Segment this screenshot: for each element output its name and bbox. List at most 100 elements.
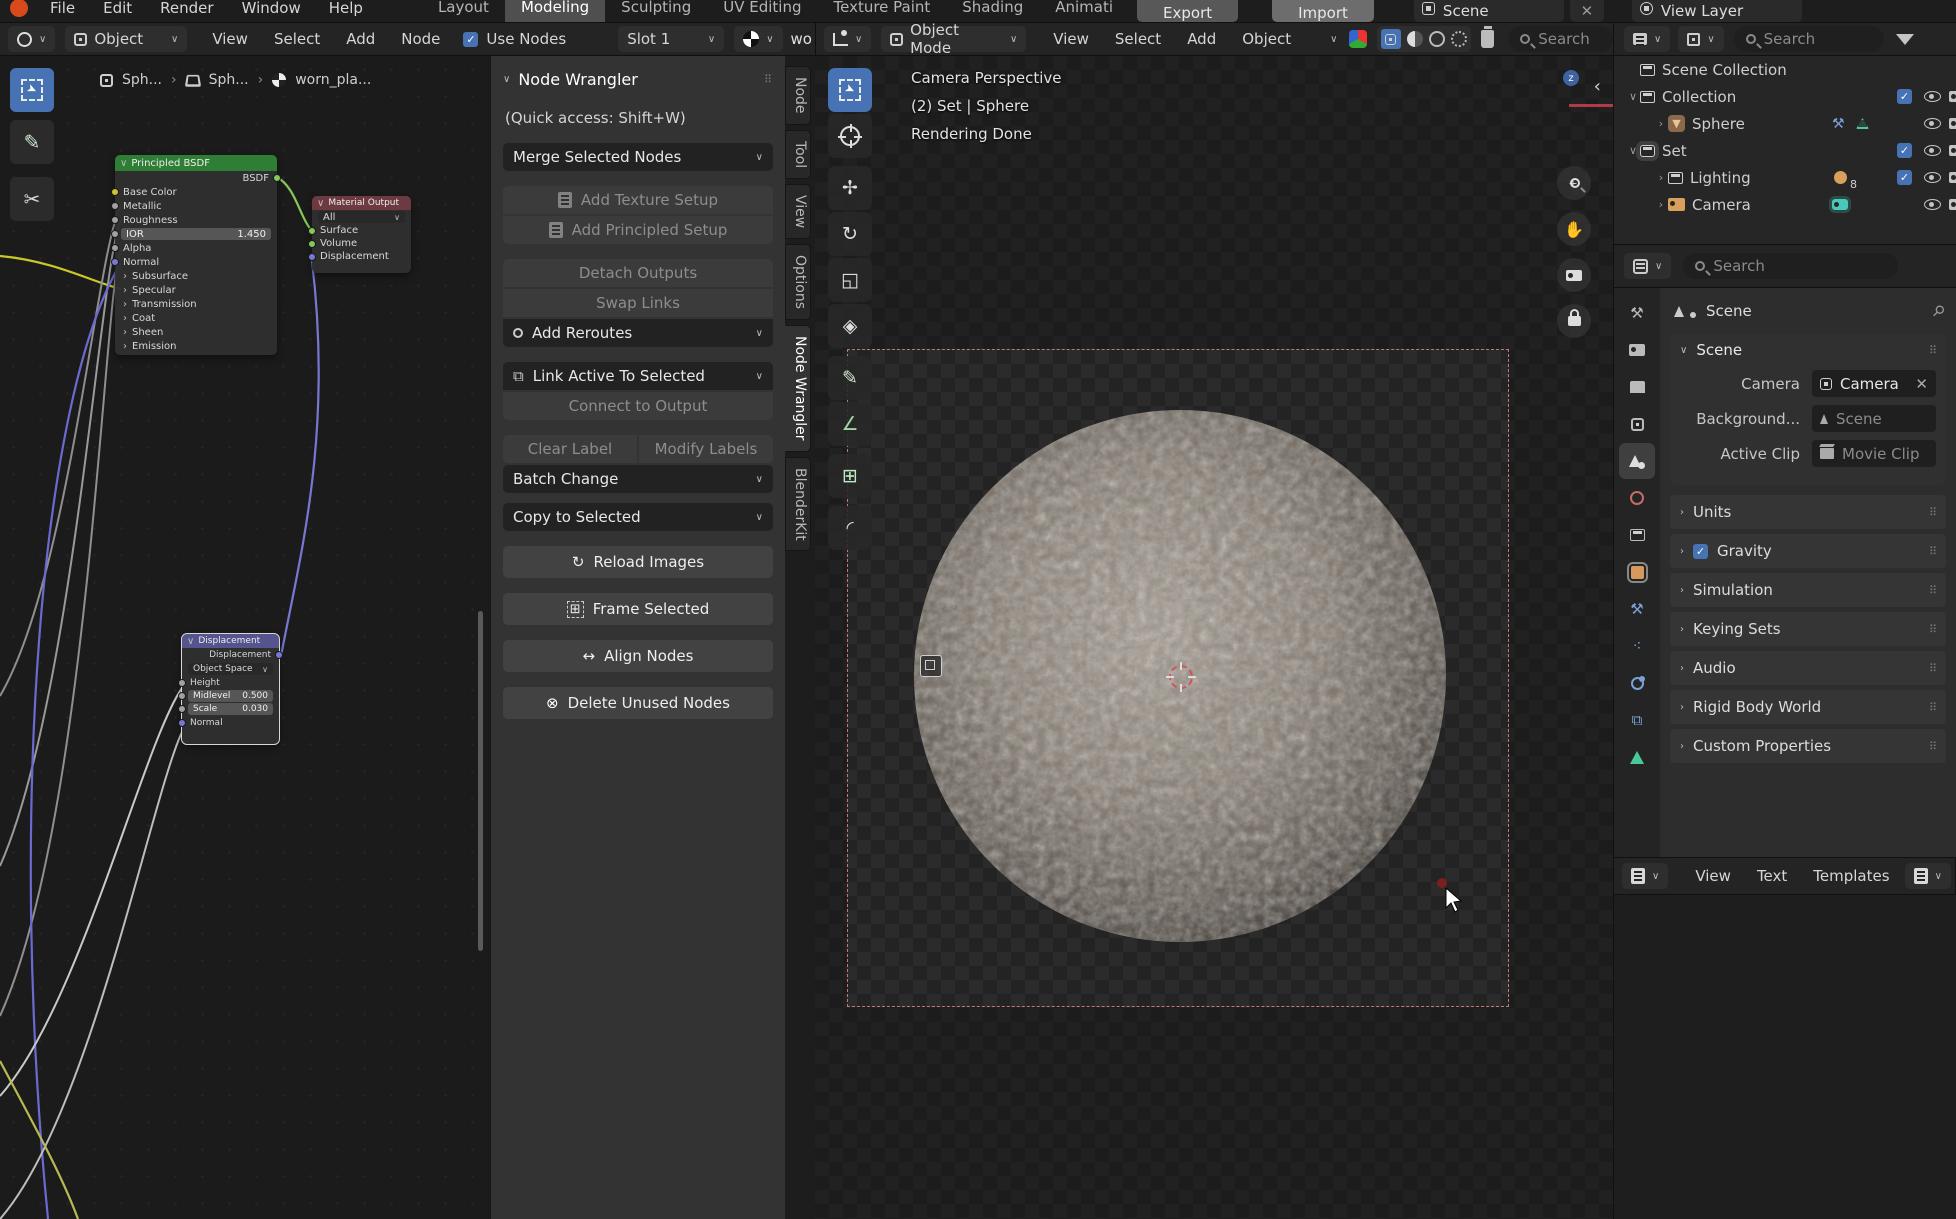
outliner-row-lighting[interactable]: › Lighting 8 ✓ bbox=[1614, 164, 1956, 191]
tab-object-icon[interactable] bbox=[1626, 561, 1648, 583]
frame-selected-button[interactable]: ⊞Frame Selected bbox=[503, 593, 773, 625]
canvas-scrollbar[interactable] bbox=[478, 611, 483, 951]
tab-collection-icon[interactable] bbox=[1626, 524, 1648, 546]
swap-links-button[interactable]: Swap Links bbox=[503, 289, 773, 317]
collection-checkbox[interactable]: ✓ bbox=[1897, 170, 1912, 185]
transform-tool[interactable]: ◈ bbox=[828, 304, 872, 348]
outliner-row-camera[interactable]: › Camera bbox=[1614, 191, 1956, 218]
socket-surface[interactable] bbox=[308, 227, 316, 235]
node-principled-bsdf[interactable]: ∨Principled BSDF BSDF Base Color Metalli… bbox=[115, 155, 277, 355]
tab-view[interactable]: View bbox=[785, 184, 811, 239]
socket-displacement-in[interactable] bbox=[308, 253, 316, 261]
expand-icon[interactable]: › bbox=[1654, 117, 1668, 130]
panel-collapse-icon[interactable]: ∨ bbox=[503, 74, 510, 85]
viewport-search[interactable]: Search bbox=[1508, 26, 1613, 52]
background-field[interactable]: Scene bbox=[1812, 405, 1936, 432]
merge-selected-nodes-dropdown[interactable]: Merge Selected Nodes∨ bbox=[503, 143, 773, 171]
rotate-tool[interactable]: ↻ bbox=[828, 212, 872, 256]
annotate-tool[interactable]: ✎ bbox=[828, 356, 872, 400]
panel-gravity[interactable]: ›✓Gravity⠿ bbox=[1670, 534, 1946, 568]
blender-logo-icon[interactable] bbox=[10, 0, 28, 17]
text-menu-templates[interactable]: Templates bbox=[1800, 867, 1902, 885]
breadcrumb-material[interactable]: worn_pla... bbox=[295, 72, 371, 88]
panel-simulation[interactable]: ›Simulation⠿ bbox=[1670, 573, 1946, 607]
hide-eye-icon[interactable] bbox=[1924, 199, 1941, 210]
annotate-tool[interactable]: ✎ bbox=[10, 120, 54, 164]
detach-outputs-button[interactable]: Detach Outputs bbox=[503, 259, 773, 287]
transform-orient-dropdown[interactable]: ∨ bbox=[1330, 34, 1337, 45]
properties-editor-dropdown[interactable]: ∨ bbox=[1624, 253, 1671, 279]
tab-view-layer-icon[interactable] bbox=[1626, 413, 1648, 435]
render-camera-icon[interactable] bbox=[1949, 199, 1956, 210]
scale-tool[interactable]: ◱ bbox=[828, 258, 872, 302]
extra-tool[interactable]: ◜ bbox=[828, 506, 872, 550]
tab-blenderkit[interactable]: BlenderKit bbox=[785, 457, 811, 552]
viewport-menu-object[interactable]: Object bbox=[1229, 30, 1304, 48]
text-editor-type-dropdown[interactable]: ∨ bbox=[1622, 863, 1668, 889]
outliner-search[interactable]: Search bbox=[1734, 26, 1884, 52]
midlevel-field[interactable]: Midlevel0.500 bbox=[188, 690, 273, 702]
tab-tool-icon[interactable]: ⚒ bbox=[1626, 302, 1648, 324]
camera-field[interactable]: Camera ✕ bbox=[1812, 370, 1936, 397]
node-displacement[interactable]: ∨Displacement Displacement Object Space∨… bbox=[182, 634, 279, 744]
shading-solid-icon[interactable] bbox=[1381, 29, 1401, 49]
viewport-3d[interactable]: Camera Perspective (2) Set | Sphere Rend… bbox=[815, 56, 1613, 1219]
mode-dropdown[interactable]: Object Mode ∨ bbox=[881, 26, 1026, 52]
active-clip-field[interactable]: Movie Clip bbox=[1812, 440, 1936, 467]
scene-selector[interactable]: Scene bbox=[1414, 0, 1564, 22]
text-menu-view[interactable]: View bbox=[1682, 867, 1744, 885]
tab-output-icon[interactable] bbox=[1626, 376, 1648, 398]
section-subsurface[interactable]: ›Subsurface bbox=[115, 269, 277, 283]
section-coat[interactable]: ›Coat bbox=[115, 311, 277, 325]
workspace-tab-shading[interactable]: Shading bbox=[946, 0, 1039, 22]
editor-type-dropdown[interactable]: ∨ bbox=[8, 26, 55, 52]
reload-images-button[interactable]: ↻Reload Images bbox=[503, 546, 773, 578]
properties-search[interactable]: Search bbox=[1683, 253, 1898, 279]
output-target-dropdown[interactable]: All∨ bbox=[318, 211, 405, 223]
socket-ior[interactable] bbox=[111, 230, 119, 238]
image-empty-marker[interactable] bbox=[920, 655, 942, 677]
socket-normal[interactable] bbox=[111, 258, 119, 266]
socket-metallic[interactable] bbox=[111, 202, 119, 210]
text-menu-text[interactable]: Text bbox=[1744, 867, 1800, 885]
viewport-menu-select[interactable]: Select bbox=[1102, 30, 1174, 48]
shading-wireframe-icon[interactable] bbox=[1451, 31, 1467, 47]
pan-hand-icon[interactable]: ✋ bbox=[1557, 212, 1591, 246]
panel-keying-sets[interactable]: ›Keying Sets⠿ bbox=[1670, 612, 1946, 646]
link-active-to-selected-dropdown[interactable]: ⧉Link Active To Selected∨ bbox=[503, 362, 773, 390]
tab-scene-icon[interactable] bbox=[1626, 450, 1648, 472]
expand-icon[interactable]: › bbox=[1654, 171, 1668, 184]
collection-checkbox[interactable]: ✓ bbox=[1897, 89, 1912, 104]
delete-unused-nodes-button[interactable]: ⊗Delete Unused Nodes bbox=[503, 687, 773, 719]
view-layer-selector[interactable]: View Layer bbox=[1632, 0, 1802, 22]
batch-change-dropdown[interactable]: Batch Change∨ bbox=[503, 465, 773, 493]
tab-tool[interactable]: Tool bbox=[785, 130, 811, 179]
add-cube-tool[interactable]: ⊞ bbox=[828, 454, 872, 498]
tab-node[interactable]: Node bbox=[785, 66, 811, 125]
viewport-menu-view[interactable]: View bbox=[1040, 30, 1102, 48]
panel-grip-icon[interactable]: ⠿ bbox=[764, 73, 773, 86]
tab-particles-icon[interactable]: ⁖ bbox=[1626, 635, 1648, 657]
add-reroutes-dropdown[interactable]: Add Reroutes∨ bbox=[503, 319, 773, 347]
ior-field[interactable]: IOR1.450 bbox=[121, 228, 271, 240]
lock-icon[interactable] bbox=[1557, 304, 1591, 338]
clear-label-button[interactable]: Clear Label bbox=[503, 435, 637, 463]
scene-panel-header[interactable]: ∨ Scene ⠿ bbox=[1670, 334, 1946, 366]
pin-icon[interactable]: ⚲ bbox=[1928, 301, 1949, 322]
breadcrumb-object[interactable]: Sph... bbox=[122, 72, 162, 88]
socket-base-color[interactable] bbox=[111, 188, 119, 196]
section-transmission[interactable]: ›Transmission bbox=[115, 297, 277, 311]
socket-volume[interactable] bbox=[308, 240, 316, 248]
add-texture-setup-button[interactable]: Add Texture Setup bbox=[503, 186, 773, 214]
render-camera-icon[interactable] bbox=[1949, 91, 1956, 102]
viewport-editor-type-dropdown[interactable]: ∨ bbox=[824, 26, 871, 52]
expand-icon[interactable]: ∨ bbox=[1626, 90, 1640, 103]
displacement-space-dropdown[interactable]: Object Space∨ bbox=[188, 663, 273, 675]
menu-window[interactable]: Window bbox=[228, 0, 315, 17]
use-nodes-checkbox[interactable]: ✓ bbox=[463, 32, 478, 47]
material-name-field[interactable]: wo bbox=[791, 30, 812, 48]
sidebar-collapse-arrow[interactable]: ‹ bbox=[1594, 76, 1601, 97]
select-box-tool[interactable] bbox=[828, 68, 872, 112]
workspace-tab-uv-editing[interactable]: UV Editing bbox=[707, 0, 817, 22]
filter-funnel-icon[interactable] bbox=[1896, 34, 1914, 45]
